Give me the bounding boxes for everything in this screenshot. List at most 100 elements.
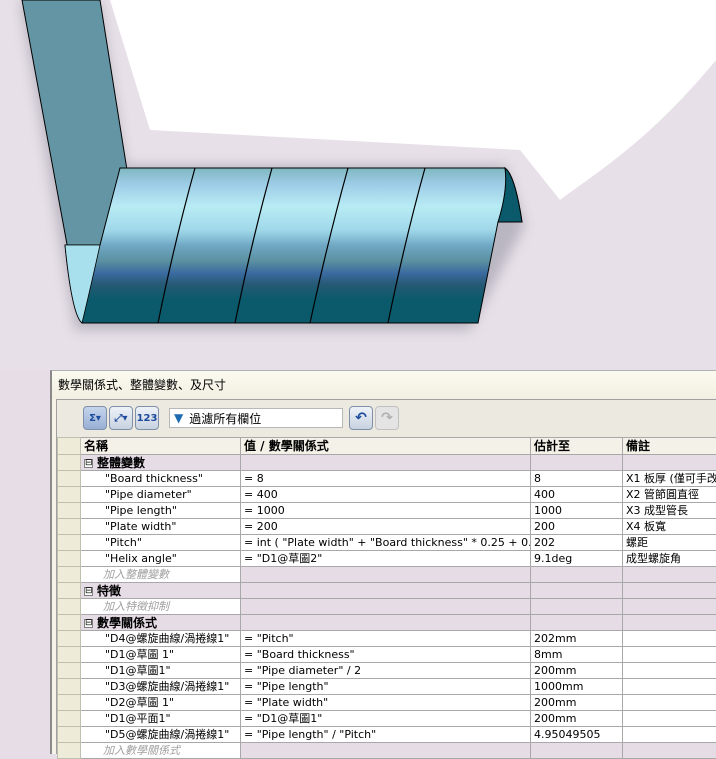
notes-cell[interactable] (623, 711, 716, 727)
notes-cell[interactable]: 成型螺旋角 (623, 551, 716, 567)
notes-cell[interactable]: X2 管節圓直徑 (623, 487, 716, 503)
undo-button[interactable]: ↶ (349, 406, 373, 430)
notes-cell[interactable] (623, 663, 716, 679)
evaluates-cell[interactable]: 4.95049505 (531, 727, 623, 743)
row-header[interactable] (58, 727, 81, 743)
value-cell[interactable]: = "Pipe length" (241, 679, 531, 695)
evaluates-cell[interactable]: 200mm (531, 663, 623, 679)
name-cell[interactable]: "Board thickness" (81, 471, 241, 487)
table-row[interactable]: "D3@螺旋曲線/渦捲線1"= "Pipe length"1000mm (58, 679, 716, 695)
name-cell[interactable]: "D1@平面1" (81, 711, 241, 727)
table-row[interactable]: "D2@草圖 1"= "Plate width"200mm (58, 695, 716, 711)
value-cell[interactable]: = 8 (241, 471, 531, 487)
value-cell[interactable]: = "D1@草圖2" (241, 551, 531, 567)
row-header[interactable] (58, 615, 81, 631)
evaluates-cell[interactable]: 1000 (531, 503, 623, 519)
name-cell[interactable]: "D3@螺旋曲線/渦捲線1" (81, 679, 241, 695)
notes-cell[interactable]: X3 成型管長 (623, 503, 716, 519)
table-row[interactable]: "Pitch"= int ( "Plate width" + "Board th… (58, 535, 716, 551)
row-header[interactable] (58, 583, 81, 599)
row-header[interactable] (58, 743, 81, 759)
row-header[interactable] (58, 711, 81, 727)
evaluates-cell[interactable]: 202 (531, 535, 623, 551)
value-cell[interactable]: = "Pipe length" / "Pitch" (241, 727, 531, 743)
name-cell[interactable]: "D2@草圖 1" (81, 695, 241, 711)
group-name-cell[interactable]: ⊟數學關係式 (81, 615, 241, 631)
row-header[interactable] (58, 631, 81, 647)
value-cell[interactable]: = "Pipe diameter" / 2 (241, 663, 531, 679)
row-header[interactable] (58, 471, 81, 487)
table-row[interactable]: "Helix angle"= "D1@草圖2"9.1deg成型螺旋角 (58, 551, 716, 567)
notes-cell[interactable] (623, 647, 716, 663)
collapse-toggle-icon[interactable]: ⊟ (84, 587, 93, 596)
3d-model-viewport[interactable] (0, 0, 716, 370)
sketch-equations-view-button[interactable]: ⤢▾ (109, 406, 133, 430)
name-cell[interactable]: "Pitch" (81, 535, 241, 551)
add-placeholder[interactable]: 加入特徵抑制 (81, 599, 241, 615)
table-row[interactable]: "D1@平面1"= "D1@草圖1"200mm (58, 711, 716, 727)
name-cell[interactable]: "D5@螺旋曲線/渦捲線1" (81, 727, 241, 743)
redo-button[interactable]: ↷ (375, 406, 399, 430)
evaluates-cell[interactable]: 200 (531, 519, 623, 535)
name-cell[interactable]: "D4@螺旋曲線/渦捲線1" (81, 631, 241, 647)
evaluates-cell[interactable]: 1000mm (531, 679, 623, 695)
row-header[interactable] (58, 487, 81, 503)
evaluates-cell[interactable]: 8 (531, 471, 623, 487)
value-cell[interactable]: = 200 (241, 519, 531, 535)
table-row[interactable]: "Board thickness"= 88X1 板厚 (僅可手改 (58, 471, 716, 487)
name-cell[interactable]: "D1@草圖1" (81, 663, 241, 679)
notes-cell[interactable] (623, 695, 716, 711)
row-header[interactable] (58, 551, 81, 567)
group-name-cell[interactable]: ⊟特徵 (81, 583, 241, 599)
value-cell[interactable]: = int ( "Plate width" + "Board thickness… (241, 535, 531, 551)
name-cell[interactable]: "Plate width" (81, 519, 241, 535)
row-header[interactable] (58, 663, 81, 679)
table-row[interactable]: "D4@螺旋曲線/渦捲線1"= "Pitch"202mm (58, 631, 716, 647)
group-row[interactable]: ⊟數學關係式 (58, 615, 716, 631)
evaluates-cell[interactable]: 202mm (531, 631, 623, 647)
value-cell[interactable]: = "Plate width" (241, 695, 531, 711)
value-cell[interactable]: = "Board thickness" (241, 647, 531, 663)
filter-input[interactable]: ▼過濾所有欄位 (169, 408, 343, 428)
row-header[interactable] (58, 679, 81, 695)
notes-cell[interactable] (623, 727, 716, 743)
value-cell[interactable]: = "Pitch" (241, 631, 531, 647)
table-row[interactable]: "D1@草圖 1"= "Board thickness"8mm (58, 647, 716, 663)
add-row[interactable]: 加入特徵抑制 (58, 599, 716, 615)
notes-cell[interactable]: X4 板寬 (623, 519, 716, 535)
add-placeholder[interactable]: 加入數學關係式 (81, 743, 241, 759)
evaluates-cell[interactable]: 200mm (531, 711, 623, 727)
equations-view-button[interactable]: Σ▾ (83, 406, 107, 430)
column-header-evaluates[interactable]: 估計至 (531, 438, 623, 455)
evaluates-cell[interactable]: 9.1deg (531, 551, 623, 567)
collapse-toggle-icon[interactable]: ⊟ (84, 459, 93, 468)
group-row[interactable]: ⊟特徵 (58, 583, 716, 599)
table-row[interactable]: "Plate width"= 200200X4 板寬 (58, 519, 716, 535)
row-header[interactable] (58, 647, 81, 663)
collapse-toggle-icon[interactable]: ⊟ (84, 619, 93, 628)
name-cell[interactable]: "Pipe length" (81, 503, 241, 519)
row-header[interactable] (58, 695, 81, 711)
ordered-view-button[interactable]: 123 (135, 406, 159, 430)
name-cell[interactable]: "Helix angle" (81, 551, 241, 567)
value-cell[interactable]: = 400 (241, 487, 531, 503)
row-header[interactable] (58, 599, 81, 615)
evaluates-cell[interactable]: 8mm (531, 647, 623, 663)
group-row[interactable]: ⊟整體變數 (58, 455, 716, 471)
value-cell[interactable]: = 1000 (241, 503, 531, 519)
add-row[interactable]: 加入數學關係式 (58, 743, 716, 759)
notes-cell[interactable] (623, 631, 716, 647)
name-cell[interactable]: "D1@草圖 1" (81, 647, 241, 663)
name-cell[interactable]: "Pipe diameter" (81, 487, 241, 503)
row-header[interactable] (58, 455, 81, 471)
group-name-cell[interactable]: ⊟整體變數 (81, 455, 241, 471)
table-row[interactable]: "Pipe length"= 10001000X3 成型管長 (58, 503, 716, 519)
add-row[interactable]: 加入整體變數 (58, 567, 716, 583)
column-header-name[interactable]: 名稱 (81, 438, 241, 455)
notes-cell[interactable]: X1 板厚 (僅可手改 (623, 471, 716, 487)
column-header-value[interactable]: 值 / 數學關係式 (241, 438, 531, 455)
table-row[interactable]: "D1@草圖1"= "Pipe diameter" / 2200mm (58, 663, 716, 679)
row-header[interactable] (58, 535, 81, 551)
evaluates-cell[interactable]: 200mm (531, 695, 623, 711)
row-header[interactable] (58, 503, 81, 519)
